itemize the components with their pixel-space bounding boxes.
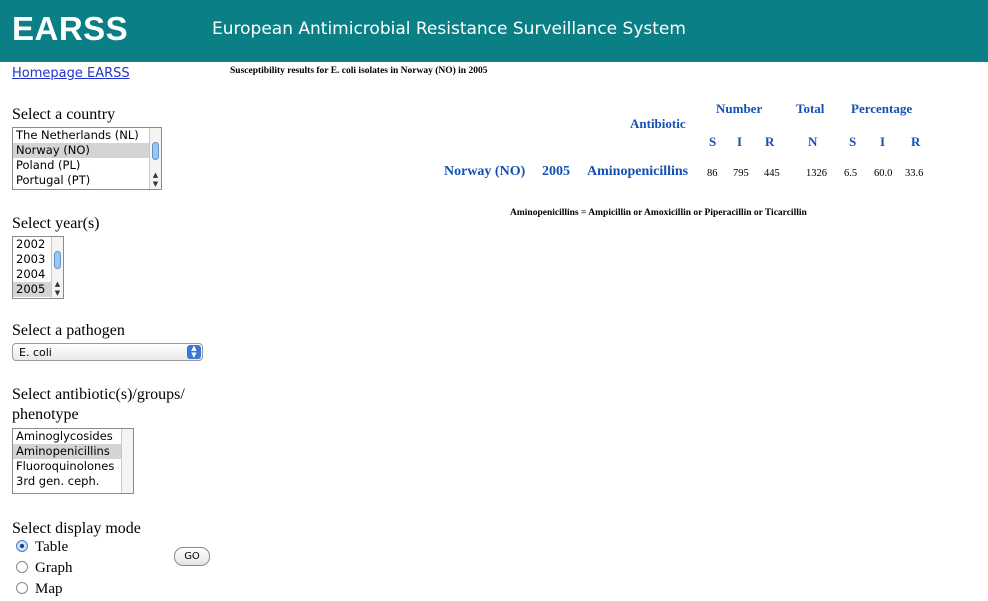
display-mode-label: Select display mode: [12, 520, 141, 537]
radio-icon[interactable]: [16, 582, 28, 594]
row-pct-r: 33.6: [905, 168, 924, 179]
antibiotic-option[interactable]: 3rd gen. ceph.: [13, 474, 133, 489]
row-antibiotic: Aminopenicillins: [587, 164, 689, 179]
scroll-thumb[interactable]: [152, 142, 159, 160]
header-n: N: [808, 134, 818, 149]
header-antibiotic: Antibiotic: [630, 116, 686, 131]
antibiotic-scrollbar[interactable]: [121, 429, 133, 493]
radio-selected-icon[interactable]: [16, 540, 28, 552]
select-arrows-icon[interactable]: ▲ ▼: [187, 345, 201, 359]
row-s: 86: [707, 168, 718, 179]
radio-map-label: Map: [35, 581, 63, 597]
radio-table[interactable]: Table: [16, 539, 68, 556]
radio-table-label: Table: [35, 539, 69, 555]
earss-logo: EARSS: [12, 10, 129, 47]
header-s: S: [709, 134, 717, 149]
country-option-selected[interactable]: Norway (NO): [13, 143, 161, 158]
header-total: Total: [796, 101, 825, 116]
country-label: Select a country: [12, 106, 116, 123]
year-scrollbar[interactable]: ▲ ▼: [51, 237, 63, 298]
pathogen-label: Select a pathogen: [12, 322, 125, 339]
row-r: 445: [764, 168, 780, 179]
pathogen-value: E. coli: [19, 346, 52, 359]
country-listbox[interactable]: The Netherlands (NL) Norway (NO) Poland …: [12, 127, 162, 190]
header-r: R: [765, 134, 775, 149]
radio-map[interactable]: Map: [16, 581, 63, 598]
antibiotic-option[interactable]: Aminoglycosides: [13, 429, 133, 444]
country-option[interactable]: Portugal (PT): [13, 173, 161, 188]
antibiotic-label-line2: phenotype: [12, 406, 79, 423]
homepage-link[interactable]: Homepage EARSS: [12, 66, 130, 81]
scroll-down-icon[interactable]: ▼: [52, 289, 63, 297]
header-banner: EARSS European Antimicrobial Resistance …: [0, 0, 988, 62]
scroll-up-icon[interactable]: ▲: [150, 171, 161, 179]
radio-graph[interactable]: Graph: [16, 560, 73, 577]
row-pct-s: 6.5: [844, 168, 858, 179]
scroll-thumb[interactable]: [54, 251, 61, 269]
header-percentage: Percentage: [851, 101, 913, 116]
country-option[interactable]: Poland (PL): [13, 158, 161, 173]
year-label: Select year(s): [12, 215, 100, 232]
header-number: Number: [716, 101, 763, 116]
header-pct-r: R: [911, 134, 921, 149]
row-n: 1326: [806, 168, 827, 179]
pathogen-select[interactable]: E. coli ▲ ▼: [12, 343, 203, 361]
antibiotic-label: Select antibiotic(s)/groups/: [12, 386, 185, 403]
antibiotic-note: Aminopenicillins = Ampicillin or Amoxici…: [510, 208, 807, 218]
antibiotic-option-selected[interactable]: Aminopenicillins: [13, 444, 133, 459]
results-title: Susceptibility results for E. coli isola…: [230, 66, 488, 76]
antibiotic-option[interactable]: Fluoroquinolones: [13, 459, 133, 474]
antibiotic-listbox[interactable]: Aminoglycosides Aminopenicillins Fluoroq…: [12, 428, 134, 494]
header-i: I: [737, 134, 743, 149]
country-option[interactable]: The Netherlands (NL): [13, 128, 161, 143]
radio-icon[interactable]: [16, 561, 28, 573]
row-pct-i: 60.0: [874, 168, 893, 179]
header-pct-s: S: [849, 134, 857, 149]
radio-graph-label: Graph: [35, 560, 73, 576]
scroll-up-icon[interactable]: ▲: [52, 280, 63, 288]
scroll-down-icon[interactable]: ▼: [150, 180, 161, 188]
row-country: Norway (NO): [444, 164, 526, 179]
header-title: European Antimicrobial Resistance Survei…: [212, 19, 686, 39]
row-year: 2005: [542, 164, 570, 179]
country-scrollbar[interactable]: ▲ ▼: [149, 128, 161, 189]
go-button[interactable]: GO: [174, 547, 210, 566]
year-listbox[interactable]: 2002 2003 2004 2005 ▲ ▼: [12, 236, 64, 299]
header-pct-i: I: [880, 134, 886, 149]
row-i: 795: [733, 168, 749, 179]
